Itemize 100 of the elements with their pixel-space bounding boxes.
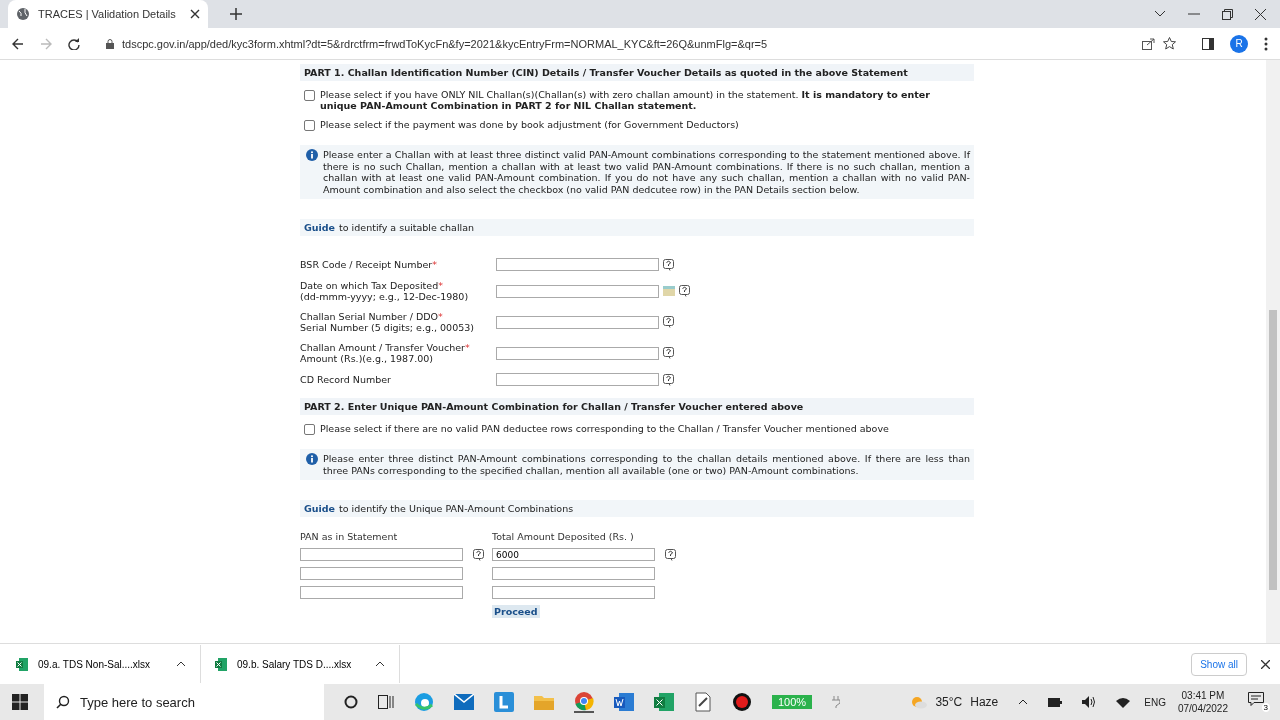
field-label: Challan Serial Number / DDO* Serial Number (5 digits; e.g., 00053) [300,311,474,333]
checkbox[interactable] [304,424,315,435]
input-field[interactable] [300,567,463,580]
more-icon[interactable] [1264,36,1268,51]
show-all-button[interactable]: Show all [1191,652,1247,676]
input-field[interactable] [496,315,659,329]
wifi-icon[interactable] [1116,696,1131,708]
chevron-up-icon[interactable] [176,661,186,667]
input-field[interactable] [300,548,463,561]
app-icon[interactable] [494,692,514,712]
language-text[interactable]: ENG [1144,696,1166,708]
restore-icon[interactable] [1222,8,1233,20]
input-field[interactable]: 6000 [492,548,655,561]
temperature-text: 35°C [935,695,963,709]
spreadsheet-icon [215,657,227,671]
field-label: Challan Amount / Transfer Voucher* Amount (Rs.)(e.g., 1987.00) [300,342,470,364]
battery-icon[interactable] [1048,697,1063,707]
info-text: Please enter a Challan with at least three distinct valid PAN-Amount combinations corresponding to the statement mentioned above. If there is no such Challan, mention a challan with at least two valid PAN-Amount combinations. If there is no such challan, mention a challan with at least one valid PAN-Amount combination. If you do not have any such challan, mention a challan with no valid PAN-Amount combination and also select the checkbox (no valid PAN dedcutee row) in the PAN Details section below. [323,149,970,195]
chevron-up-icon[interactable] [1018,699,1029,705]
mail-icon[interactable] [454,694,474,710]
input-field[interactable] [496,284,659,298]
required-mark: * [438,311,443,322]
required-mark: * [438,280,443,291]
checkbox-label: Please select if the payment was done by book adjustment (for Government Deductors) [320,119,739,130]
info-icon [306,453,318,465]
guide-text: to identify a suitable challan [339,222,475,233]
chrome-icon[interactable] [574,691,594,713]
section-heading: PART 1. Challan Identification Number (CIN) Details / Transfer Voucher Details as quoted in the above Statement [300,64,974,81]
close-icon[interactable] [190,9,200,19]
globe-icon [16,7,30,21]
help-icon[interactable] [665,548,676,561]
word-icon[interactable] [614,692,634,712]
checkbox-label: Please select if you have ONLY NIL Challan(s)(Challan(s) with zero challan amount) in the statement. It is mandatory to enter unique PAN-Amount Combination in PART 2 for NIL Challan statement. [320,89,931,111]
search-field[interactable]: Type here to search [44,684,324,720]
field-label: Date on which Tax Deposited* (dd-mmm-yyyy; e.g., 12-Dec-1980) [300,280,469,302]
notification-icon [1248,692,1264,706]
field-label: CD Record Number [300,374,391,385]
battery-badge: 100% [772,695,813,709]
chevron-down-icon[interactable] [1154,10,1166,18]
section-heading: PART 2. Enter Unique PAN-Amount Combination for Challan / Transfer Voucher entered above [300,398,974,415]
spreadsheet-icon [16,657,28,671]
column-header: PAN as in Statement [300,531,399,542]
record-icon[interactable] [732,692,752,712]
excel-icon[interactable] [654,692,674,712]
download-item[interactable]: 09.a. TDS Non-Sal....xlsx [16,645,201,683]
tab-title: TRACES | Validation Details [38,8,176,20]
info-text: Please enter three distinct PAN-Amount combinations corresponding to the challan details mentioned above. If there are less than three PANs corresponding to the specified challan, mention all available (one or two) PAN-Amount combinations. [323,453,970,476]
checkbox[interactable] [304,90,315,101]
speaker-icon[interactable] [1082,696,1097,708]
notification-count: 3 [1261,703,1270,712]
info-icon [306,149,318,161]
column-header: Total Amount Deposited (Rs. ) [492,531,635,542]
star-icon[interactable] [1163,37,1176,50]
checkbox[interactable] [304,120,315,131]
cortana-icon[interactable] [344,695,358,709]
guide-link[interactable]: Guide [304,222,336,233]
profile-avatar[interactable]: R [1230,34,1248,53]
new-tab-icon[interactable] [230,8,242,20]
sidebar-icon[interactable] [1202,37,1214,50]
scrollbar[interactable] [1266,60,1280,643]
input-field[interactable] [496,373,659,386]
help-icon[interactable] [663,373,674,386]
weather-text: Haze [970,695,999,709]
guide-text: to identify the Unique PAN-Amount Combinations [339,503,574,514]
guide-link[interactable]: Guide [304,503,336,514]
url-text: tdscpc.gov.in/app/ded/kyc3form.xhtml?dt=5&rdrctfrm=frwdToKycFn&fy=2021&kycEntryFrm=NORMAL_KYC&ft=26Q&unmFlg=&qr=5 [122,37,768,50]
help-icon[interactable] [663,316,674,328]
help-icon[interactable] [663,347,674,359]
document-icon[interactable] [694,692,712,712]
input-field[interactable] [496,258,659,271]
close-icon[interactable] [1255,8,1266,20]
download-item[interactable]: 09.b. Salary TDS D....xlsx [215,645,400,683]
clock-time[interactable]: 03:41 PM [1181,689,1225,702]
lock-icon [106,38,114,49]
windows-icon[interactable] [12,694,28,710]
chevron-up-icon[interactable] [375,661,385,667]
reload-icon[interactable] [68,37,80,50]
required-mark: * [465,342,470,353]
address-bar[interactable]: tdscpc.gov.in/app/ded/kyc3form.xhtml?dt=5&rdrctfrm=frwdToKycFn&fy=2021&kycEntryFrm=NORMAL_KYC&ft=26Q&unmFlg=&qr=5 [96,30,1186,57]
required-mark: * [432,259,437,270]
help-icon[interactable] [663,258,674,271]
close-icon[interactable] [1261,659,1270,669]
task-view-icon[interactable] [378,695,394,709]
field-label: BSR Code / Receipt Number* [300,259,437,270]
notification-button[interactable]: 3 [1248,692,1270,712]
search-icon [56,695,70,709]
share-icon[interactable] [1142,37,1155,50]
input-field[interactable] [300,586,463,599]
clock-date[interactable]: 07/04/2022 [1177,702,1228,715]
back-icon[interactable] [12,37,24,50]
help-icon[interactable] [679,285,690,297]
input-field[interactable] [492,567,655,580]
browser-tab[interactable]: TRACES | Validation Details [8,0,208,28]
proceed-button[interactable]: Proceed [492,605,540,618]
input-field[interactable] [492,586,655,599]
browser-icon[interactable] [414,692,434,712]
input-field[interactable] [496,346,659,360]
plug-icon [832,696,841,708]
help-icon[interactable] [473,548,484,561]
checkbox-label: Please select if there are no valid PAN deductee rows corresponding to the Challan / Transfer Voucher mentioned above [320,423,889,434]
